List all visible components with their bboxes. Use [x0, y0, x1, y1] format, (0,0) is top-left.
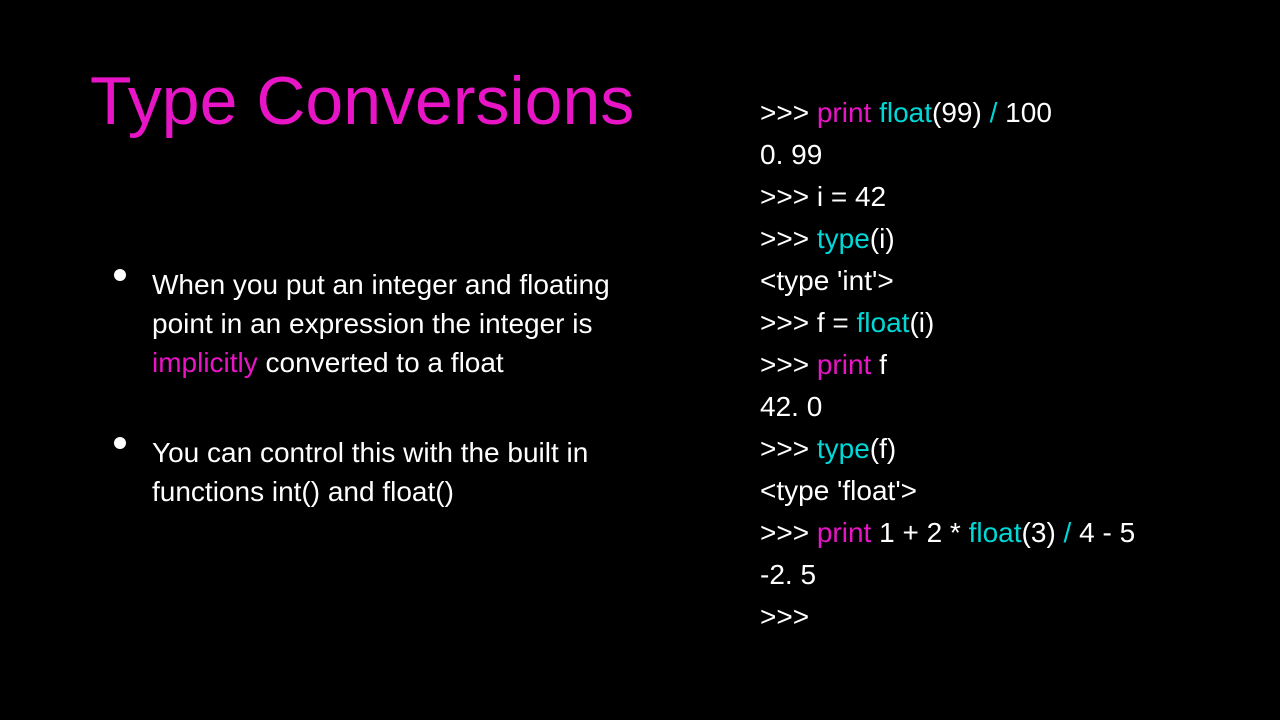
code-text: (99) — [932, 97, 990, 128]
code-line: -2. 5 — [760, 554, 1135, 596]
code-prompt: >>> — [760, 97, 817, 128]
code-line: 0. 99 — [760, 134, 1135, 176]
code-text: (3) — [1022, 517, 1064, 548]
code-text: f — [871, 349, 887, 380]
bullet-item: When you put an integer and floating poi… — [150, 265, 660, 383]
code-text: (f) — [870, 433, 896, 464]
code-text: 100 — [997, 97, 1052, 128]
code-func: type — [817, 223, 870, 254]
code-line: >>> i = 42 — [760, 176, 1135, 218]
code-line: >>> print 1 + 2 * float(3) / 4 - 5 — [760, 512, 1135, 554]
bullet-pre: When you put an integer and floating poi… — [152, 269, 610, 339]
code-prompt: >>> — [760, 223, 817, 254]
slide-title: Type Conversions — [90, 62, 634, 140]
code-func: float — [879, 97, 932, 128]
code-prompt: >>> — [760, 433, 817, 464]
code-func: type — [817, 433, 870, 464]
bullet-dot-icon — [114, 437, 126, 449]
bullet-list: When you put an integer and floating poi… — [150, 265, 660, 561]
code-text: (i) — [870, 223, 895, 254]
bullet-item: You can control this with the built in f… — [150, 433, 660, 511]
code-prompt: >>> — [760, 517, 817, 548]
code-func: float — [857, 307, 910, 338]
code-line: 42. 0 — [760, 386, 1135, 428]
bullet-emphasis: implicitly — [152, 347, 258, 378]
code-keyword: print — [817, 349, 871, 380]
code-text: 4 - 5 — [1071, 517, 1135, 548]
code-keyword: print — [817, 97, 879, 128]
code-line: >>> print float(99) / 100 — [760, 92, 1135, 134]
code-prompt: >>> — [760, 349, 817, 380]
code-keyword: print — [817, 517, 871, 548]
code-line: <type 'float'> — [760, 470, 1135, 512]
code-line: >>> — [760, 596, 1135, 638]
code-line: >>> f = float(i) — [760, 302, 1135, 344]
code-line: >>> print f — [760, 344, 1135, 386]
code-text: 1 + 2 * — [871, 517, 968, 548]
bullet-text: When you put an integer and floating poi… — [152, 265, 660, 383]
code-line: >>> type(f) — [760, 428, 1135, 470]
bullet-pre: You can control this with the built in f… — [152, 437, 588, 507]
code-text: (i) — [909, 307, 934, 338]
bullet-text: You can control this with the built in f… — [152, 433, 660, 511]
code-line: <type 'int'> — [760, 260, 1135, 302]
bullet-post: converted to a float — [258, 347, 504, 378]
code-text: >>> f = — [760, 307, 857, 338]
code-line: >>> type(i) — [760, 218, 1135, 260]
code-func: float — [969, 517, 1022, 548]
code-block: >>> print float(99) / 100 0. 99 >>> i = … — [760, 92, 1135, 638]
bullet-dot-icon — [114, 269, 126, 281]
slide: Type Conversions When you put an integer… — [0, 0, 1280, 720]
